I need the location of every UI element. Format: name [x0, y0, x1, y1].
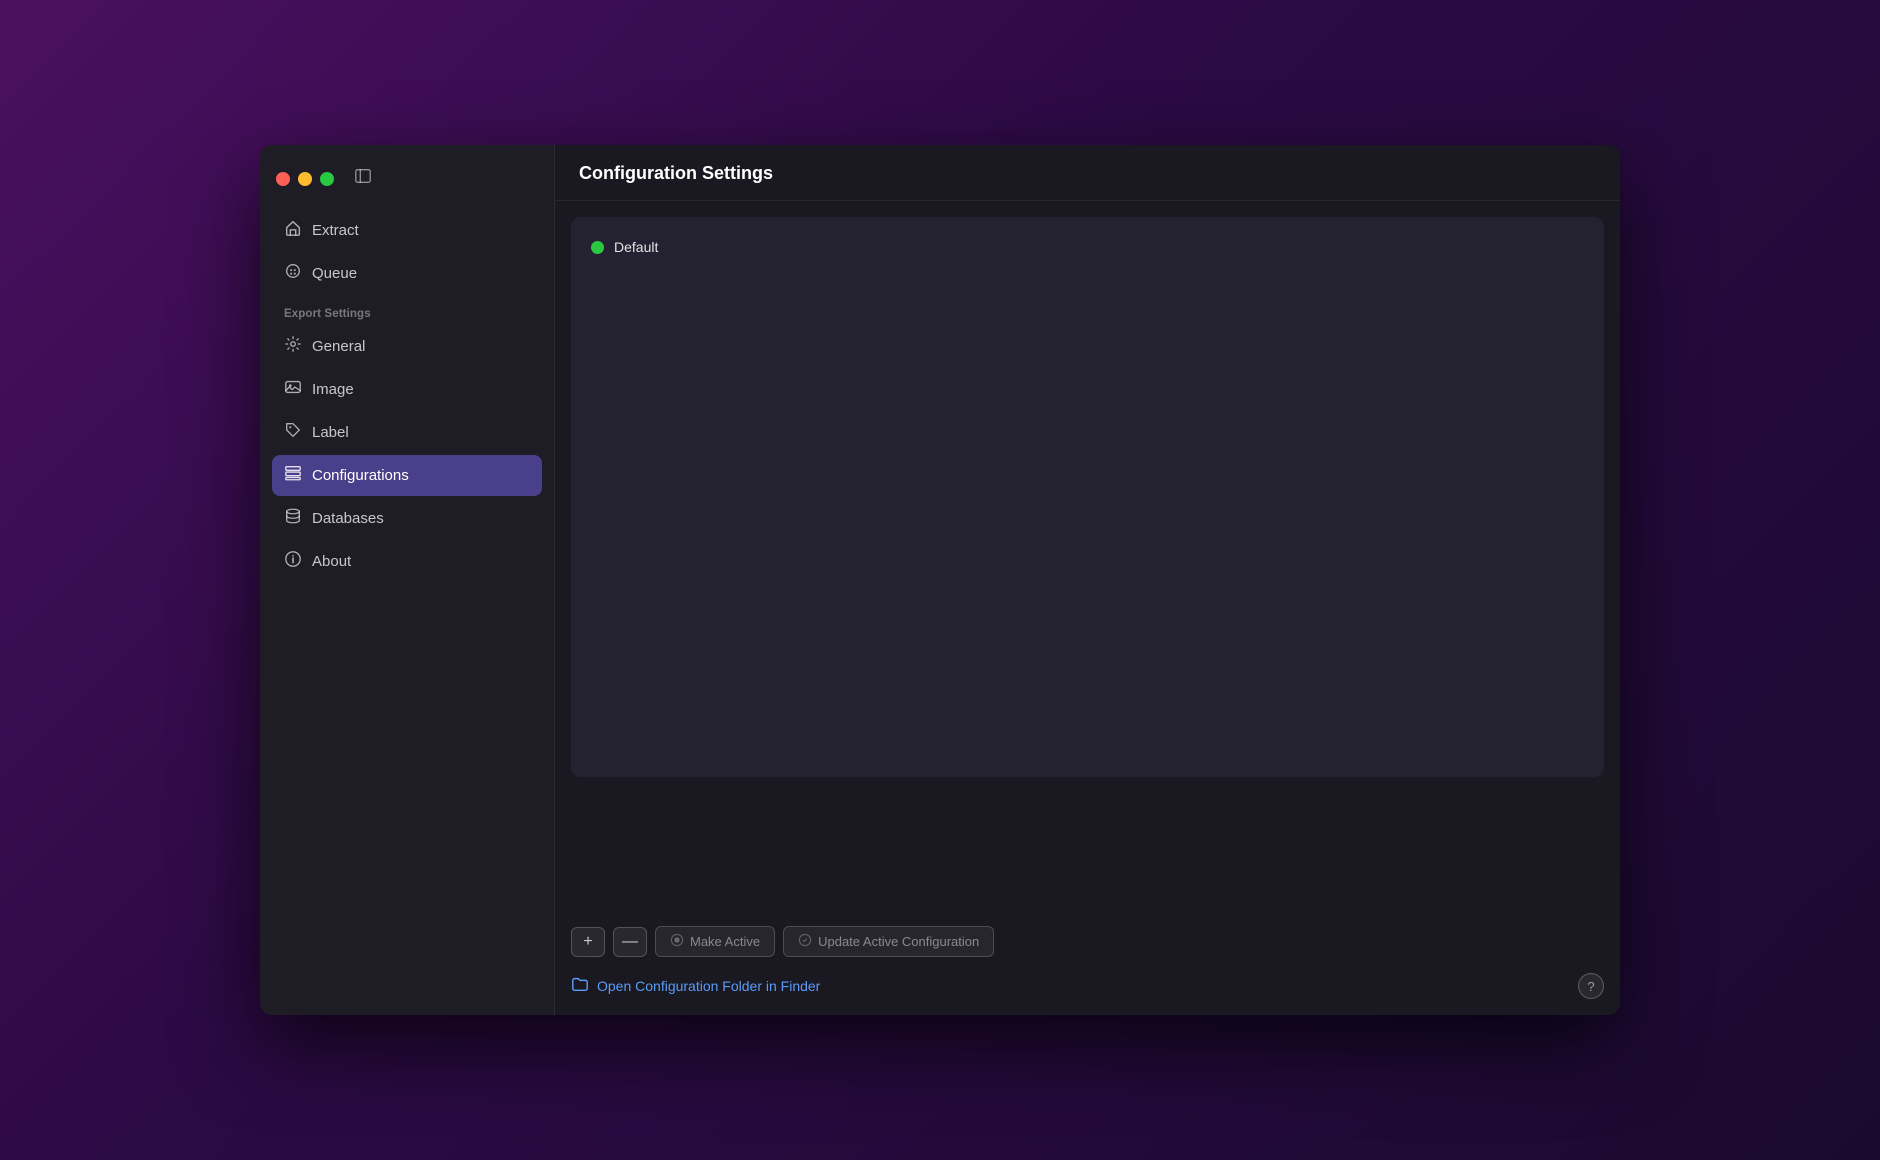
sidebar-item-label-about: About	[312, 553, 351, 570]
sidebar-item-label[interactable]: Label	[272, 412, 542, 453]
add-config-button[interactable]: +	[571, 927, 605, 957]
make-active-button[interactable]: Make Active	[655, 926, 775, 957]
app-window: Extract Queue Export Settings	[260, 145, 1620, 1015]
update-active-button[interactable]: Update Active Configuration	[783, 926, 994, 957]
minimize-button[interactable]	[298, 172, 312, 186]
config-item-default[interactable]: Default	[587, 233, 1588, 261]
sidebar-item-databases[interactable]: Databases	[272, 498, 542, 539]
database-icon	[284, 507, 302, 530]
gear-icon	[284, 335, 302, 358]
open-folder-link[interactable]: Open Configuration Folder in Finder	[571, 975, 820, 998]
sidebar-item-label-image: Image	[312, 381, 354, 398]
sidebar-item-queue[interactable]: Queue	[272, 253, 542, 294]
sidebar-item-configurations[interactable]: Configurations	[272, 455, 542, 496]
fullscreen-button[interactable]	[320, 172, 334, 186]
help-button[interactable]: ?	[1578, 973, 1604, 999]
sidebar-item-label-label: Label	[312, 424, 349, 441]
active-indicator	[591, 241, 604, 254]
sidebar-item-label-configurations: Configurations	[312, 467, 409, 484]
bottom-footer: Open Configuration Folder in Finder ?	[555, 965, 1620, 1015]
open-folder-label: Open Configuration Folder in Finder	[597, 978, 820, 994]
sidebar-item-image[interactable]: Image	[272, 369, 542, 410]
remove-config-button[interactable]: —	[613, 927, 647, 957]
sidebar-item-about[interactable]: About	[272, 541, 542, 582]
bottom-toolbar: + — Make Active	[555, 914, 1620, 965]
plus-icon: +	[583, 933, 592, 951]
house-icon	[284, 219, 302, 242]
folder-icon	[571, 975, 589, 998]
traffic-lights	[272, 161, 542, 208]
sidebar-item-label-general: General	[312, 338, 365, 355]
sidebar: Extract Queue Export Settings	[260, 145, 555, 1015]
make-active-label: Make Active	[690, 934, 760, 949]
sidebar-item-extract[interactable]: Extract	[272, 210, 542, 251]
info-icon	[284, 550, 302, 573]
update-active-label: Update Active Configuration	[818, 934, 979, 949]
tag-icon	[284, 421, 302, 444]
page-title: Configuration Settings	[579, 163, 1596, 184]
content-area: Default	[555, 201, 1620, 914]
image-icon	[284, 378, 302, 401]
main-content: Configuration Settings Default + —	[555, 145, 1620, 1015]
sidebar-toggle-icon[interactable]	[354, 167, 372, 190]
export-settings-label: Export Settings	[272, 296, 542, 324]
main-header: Configuration Settings	[555, 145, 1620, 201]
minus-icon: —	[622, 933, 638, 951]
sidebar-item-general[interactable]: General	[272, 326, 542, 367]
queue-icon	[284, 262, 302, 285]
sidebar-item-label-queue: Queue	[312, 265, 357, 282]
config-list: Default	[571, 217, 1604, 777]
make-active-icon	[670, 933, 684, 950]
update-active-icon	[798, 933, 812, 950]
help-icon: ?	[1587, 979, 1594, 994]
sidebar-item-label-extract: Extract	[312, 222, 359, 239]
close-button[interactable]	[276, 172, 290, 186]
config-name: Default	[614, 239, 658, 255]
sidebar-item-label-databases: Databases	[312, 510, 384, 527]
window-inner: Extract Queue Export Settings	[260, 145, 1620, 1015]
configurations-icon	[284, 464, 302, 487]
